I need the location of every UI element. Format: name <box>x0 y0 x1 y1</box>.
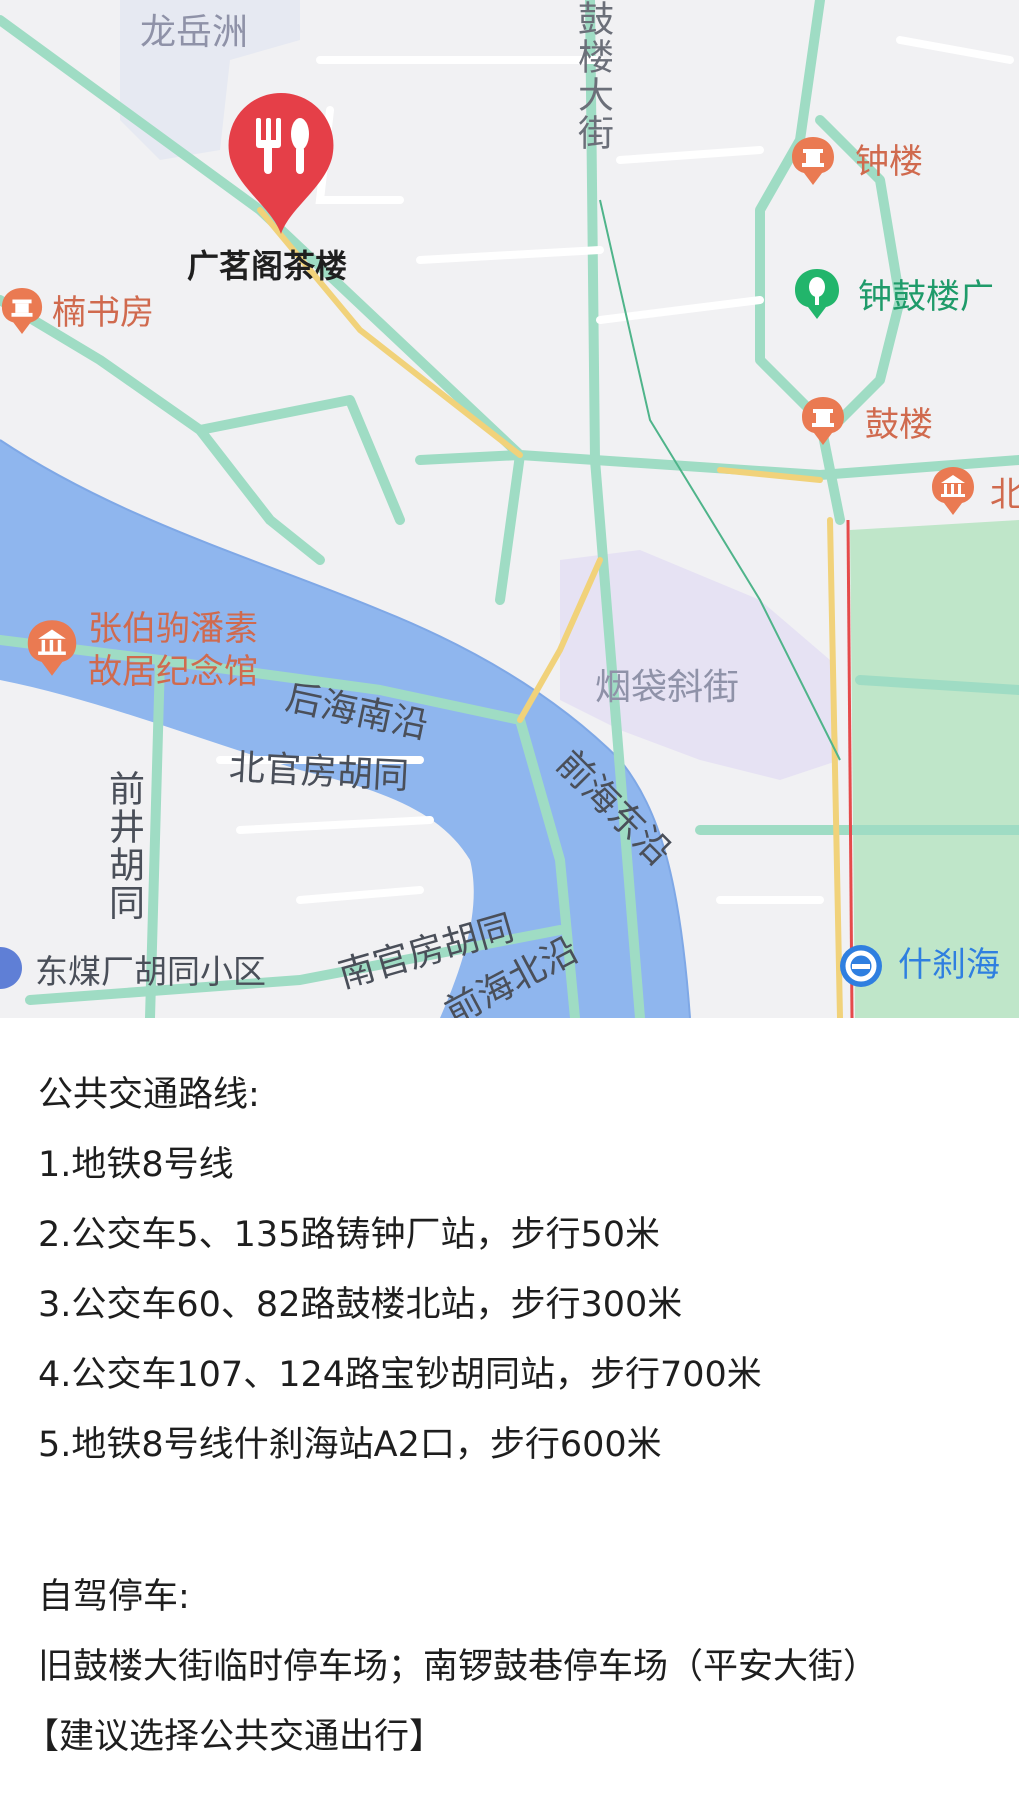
park-icon[interactable] <box>793 267 841 321</box>
residence-icon[interactable] <box>0 945 22 991</box>
poi-label[interactable]: 故居纪念馆 <box>88 655 258 689</box>
street-label: 鼓楼大街 <box>572 0 613 152</box>
parking-text: 旧鼓楼大街临时停车场；南锣鼓巷停车场（平安大街） <box>38 1647 879 1687</box>
suggestion-text: 【建议选择公共交通出行】 <box>24 1717 445 1757</box>
map-view[interactable]: 广茗阁茶楼 龙岳洲 烟袋斜街 鼓楼大街 后海南沿 北官房胡同 前井胡同 南官房胡… <box>0 0 1019 1018</box>
landmark-icon[interactable] <box>0 285 44 337</box>
poi-label[interactable]: 钟楼 <box>855 145 923 179</box>
landmark-icon[interactable] <box>790 135 836 187</box>
parking-title: 自驾停车: <box>38 1577 190 1617</box>
poi-label[interactable]: 楠书房 <box>52 296 154 330</box>
area-label: 烟袋斜街 <box>595 667 740 708</box>
marker-label[interactable]: 广茗阁茶楼 <box>187 250 347 282</box>
poi-label[interactable]: 鼓楼 <box>865 408 933 442</box>
restaurant-marker-icon[interactable] <box>218 88 344 238</box>
landmark-icon[interactable] <box>800 395 846 447</box>
subway-icon[interactable] <box>838 943 884 989</box>
museum-icon[interactable] <box>930 465 976 517</box>
street-label: 北官房胡同 <box>228 747 410 798</box>
poi-label[interactable]: 北 <box>990 478 1019 512</box>
poi-label[interactable]: 钟鼓楼广 <box>858 280 994 314</box>
transit-title: 公共交通路线: <box>38 1075 260 1115</box>
transit-route: 4.公交车107、124路宝钞胡同站，步行700米 <box>38 1355 762 1395</box>
street-label: 前井胡同 <box>103 770 144 922</box>
poi-label[interactable]: 什刹海 <box>898 948 1000 982</box>
transit-route: 2.公交车5、135路铸钟厂站，步行50米 <box>38 1215 661 1255</box>
transit-route: 3.公交车60、82路鼓楼北站，步行300米 <box>38 1285 683 1325</box>
transit-route: 1.地铁8号线 <box>38 1145 234 1185</box>
poi-label[interactable]: 张伯驹潘素 <box>88 612 258 646</box>
poi-label[interactable]: 东煤厂胡同小区 <box>35 955 266 988</box>
area-label: 龙岳洲 <box>140 12 249 53</box>
museum-icon[interactable] <box>25 618 79 678</box>
transit-route: 5.地铁8号线什刹海站A2口，步行600米 <box>38 1425 662 1465</box>
